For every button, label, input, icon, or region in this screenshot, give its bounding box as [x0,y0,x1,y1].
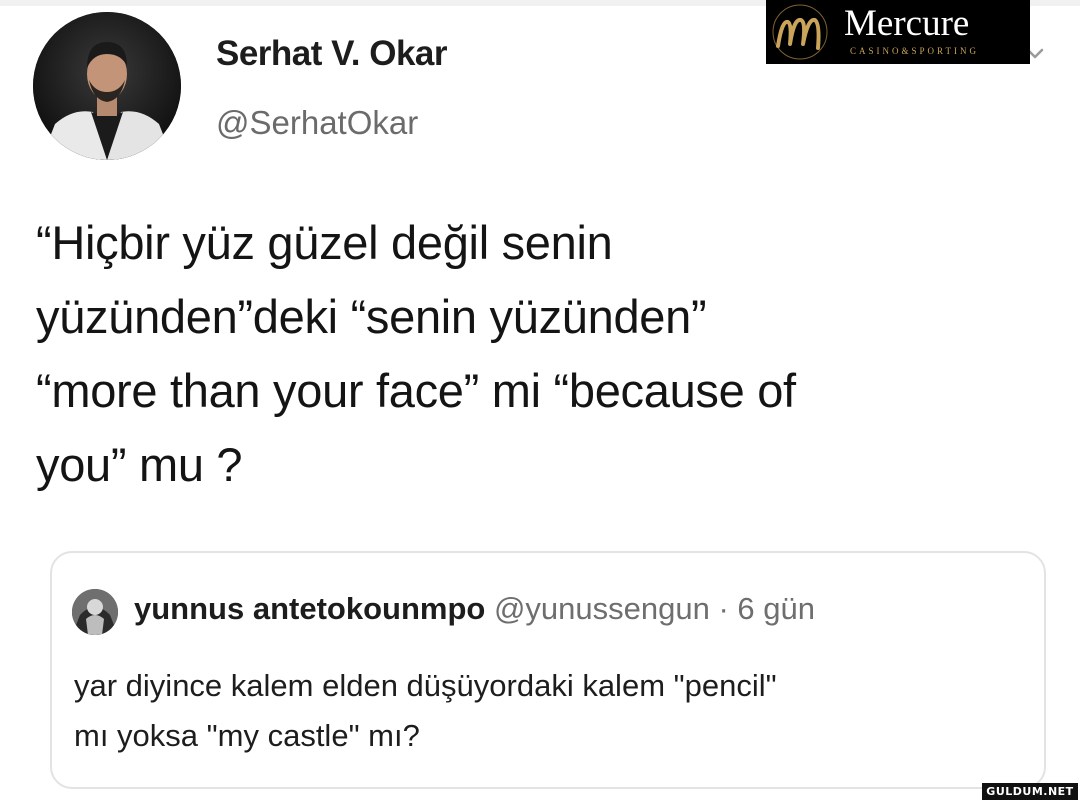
quoted-tweet-header: yunnus antetokounmpo @yunussengun · 6 gü… [134,591,815,627]
mercure-m-mark-icon [772,4,828,60]
logo-tagline: CASINO&SPORTING [850,46,979,56]
quoted-text-line: mı yoksa "my castle" mı? [74,718,420,753]
quoted-author-meta: @yunussengun · 6 gün [493,591,815,626]
tweet-card: Serhat V. Okar @SerhatOkar Mercure CASIN… [0,0,1080,800]
quoted-tweet-card[interactable]: yunnus antetokounmpo @yunussengun · 6 gü… [50,551,1046,789]
tweet-text-line: “more than your face” mi “because of [36,364,796,417]
tweet-text-line: you” mu ? [36,438,243,491]
quoted-text-line: yar diyince kalem elden düşüyordaki kale… [74,668,777,703]
quoted-tweet-text: yar diyince kalem elden düşüyordaki kale… [74,661,1034,761]
tweet-text: “Hiçbir yüz güzel değil senin yüzünden”d… [36,206,1076,502]
logo-brand: Mercure [844,3,970,44]
quoted-author-name[interactable]: yunnus antetokounmpo [134,591,485,626]
author-username[interactable]: @SerhatOkar [216,104,418,142]
author-display-name[interactable]: Serhat V. Okar [216,34,448,74]
site-watermark: GULDUM.NET [982,783,1078,800]
quoted-author-avatar[interactable] [72,589,118,635]
author-avatar[interactable] [33,12,181,160]
mercure-logo: Mercure CASINO&SPORTING [766,0,1030,64]
tweet-text-line: yüzünden”deki “senin yüzünden” [36,290,707,343]
tweet-text-line: “Hiçbir yüz güzel değil senin [36,216,613,269]
